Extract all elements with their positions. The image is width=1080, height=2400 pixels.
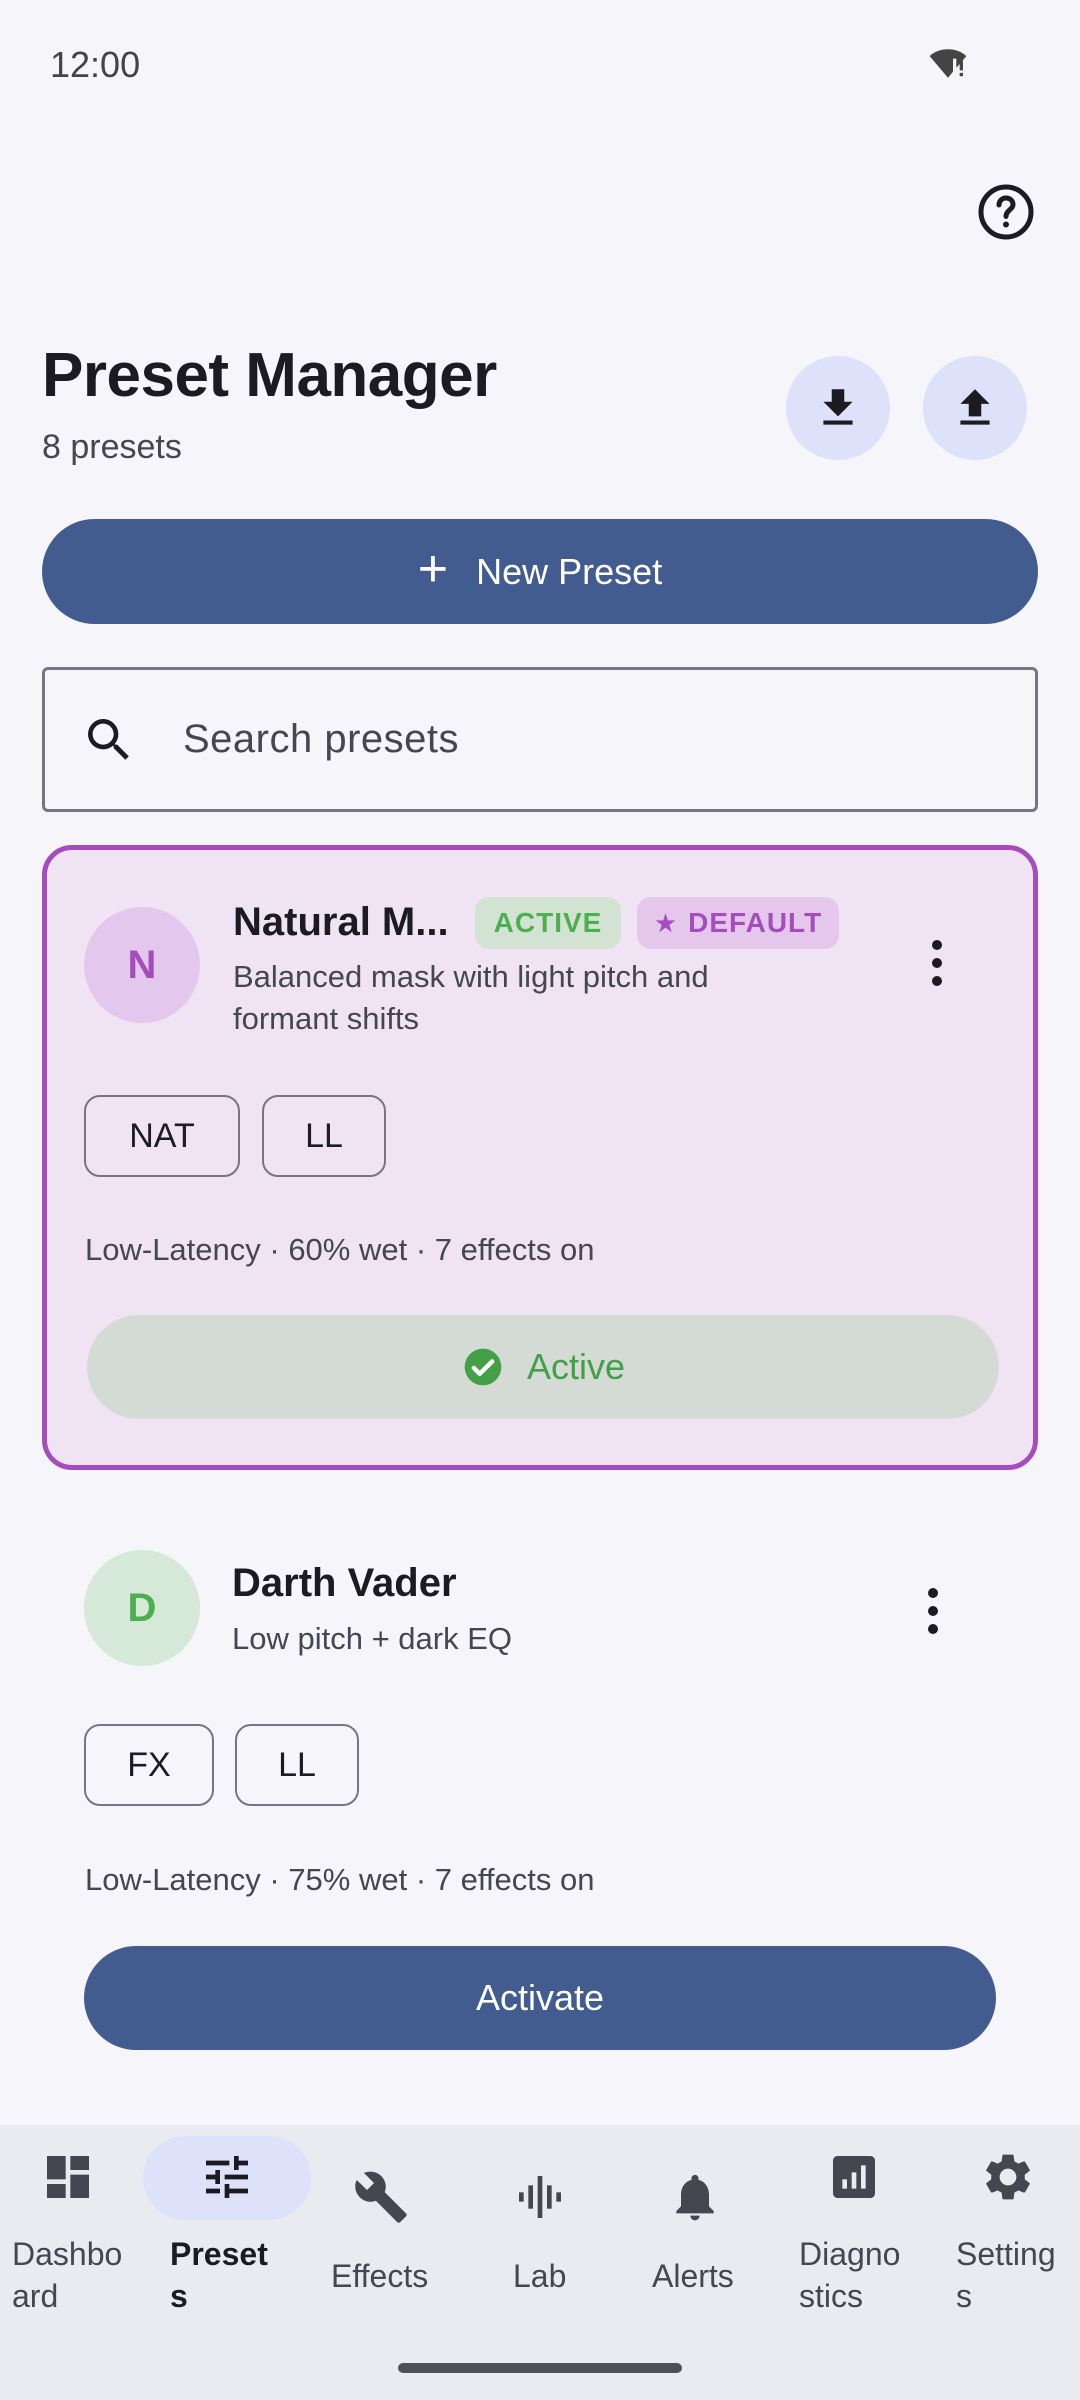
more-vert-icon[interactable] xyxy=(930,940,944,992)
default-badge: ★ DEFAULT xyxy=(637,897,839,949)
nav-label: Alerts xyxy=(652,2258,734,2294)
preset-stats: Low-Latency · 75% wet · 7 effects on xyxy=(85,1862,595,1897)
preset-description: Balanced mask with light pitch and forma… xyxy=(233,959,709,1036)
nav-item-settings[interactable]: Setting s xyxy=(940,2125,1080,2325)
import-button[interactable] xyxy=(786,356,890,460)
nav-label: Preset s xyxy=(170,2236,268,2314)
avatar: N xyxy=(84,907,200,1023)
home-indicator[interactable] xyxy=(398,2363,682,2373)
star-icon: ★ xyxy=(653,907,679,938)
nav-item-alerts[interactable]: Alerts xyxy=(625,2125,770,2325)
dashboard-icon xyxy=(47,2156,89,2198)
activate-button[interactable]: Activate xyxy=(84,1946,996,2050)
search-input[interactable]: Search presets xyxy=(42,667,1038,812)
active-badge: ACTIVE xyxy=(475,897,621,949)
preset-card-active[interactable]: N Natural M... ACTIVE ★ DEFAULT Balanced… xyxy=(42,845,1038,1470)
bottom-nav: Dashbo ard Preset s Effects Lab Alerts D… xyxy=(0,2125,1080,2400)
page-title: Preset Manager xyxy=(42,341,497,410)
status-bar: 12:00 xyxy=(0,0,1080,130)
wrench-icon xyxy=(355,2171,407,2223)
nav-label: Effects xyxy=(331,2258,429,2294)
default-badge-label: DEFAULT xyxy=(688,907,823,938)
preset-card[interactable]: D Darth Vader Low pitch + dark EQ FX LL … xyxy=(42,1508,1038,2068)
preset-stats: Low-Latency · 60% wet · 7 effects on xyxy=(85,1232,595,1267)
tune-icon xyxy=(206,2156,248,2198)
tag-chip: LL xyxy=(262,1095,386,1177)
check-circle-icon xyxy=(464,1348,502,1386)
preset-name: Natural M... xyxy=(233,900,449,944)
nav-item-presets[interactable]: Preset s xyxy=(143,2125,311,2325)
waveform-icon xyxy=(519,2176,561,2218)
nav-item-effects[interactable]: Effects xyxy=(315,2125,455,2325)
active-button-label: Active xyxy=(526,1346,626,1387)
preset-description: Low pitch + dark EQ xyxy=(232,1621,512,1656)
nav-label: Lab xyxy=(513,2258,567,2294)
nav-label: Setting s xyxy=(956,2236,1056,2314)
avatar: D xyxy=(84,1550,200,1666)
more-vert-icon[interactable] xyxy=(926,1588,940,1640)
preset-count: 8 presets xyxy=(42,428,182,466)
plus-icon: + xyxy=(417,539,449,598)
export-button[interactable] xyxy=(923,356,1027,460)
nav-item-lab[interactable]: Lab xyxy=(470,2125,610,2325)
search-placeholder: Search presets xyxy=(183,717,460,761)
preset-name: Darth Vader xyxy=(232,1561,457,1605)
tag-chip: LL xyxy=(235,1724,359,1806)
nav-item-diagnostics[interactable]: Diagno stics xyxy=(785,2125,925,2325)
search-icon xyxy=(88,718,129,760)
diagnostics-icon xyxy=(833,2156,875,2198)
upload-icon xyxy=(960,389,990,425)
active-button[interactable]: Active xyxy=(87,1315,999,1419)
download-icon xyxy=(823,389,853,425)
bell-icon xyxy=(676,2174,714,2221)
nav-item-dashboard[interactable]: Dashbo ard xyxy=(0,2125,140,2325)
new-preset-label: New Preset xyxy=(476,550,663,592)
nav-label: Diagno stics xyxy=(799,2236,901,2314)
help-circle-icon[interactable] xyxy=(976,182,1036,242)
tag-chip: FX xyxy=(84,1724,214,1806)
tag-chip: NAT xyxy=(84,1095,240,1177)
nav-label: Dashbo ard xyxy=(12,2236,123,2314)
new-preset-button[interactable]: + New Preset xyxy=(42,519,1038,624)
status-time: 12:00 xyxy=(50,44,141,85)
wifi-alert-icon xyxy=(929,49,967,78)
gear-icon xyxy=(986,2154,1030,2200)
